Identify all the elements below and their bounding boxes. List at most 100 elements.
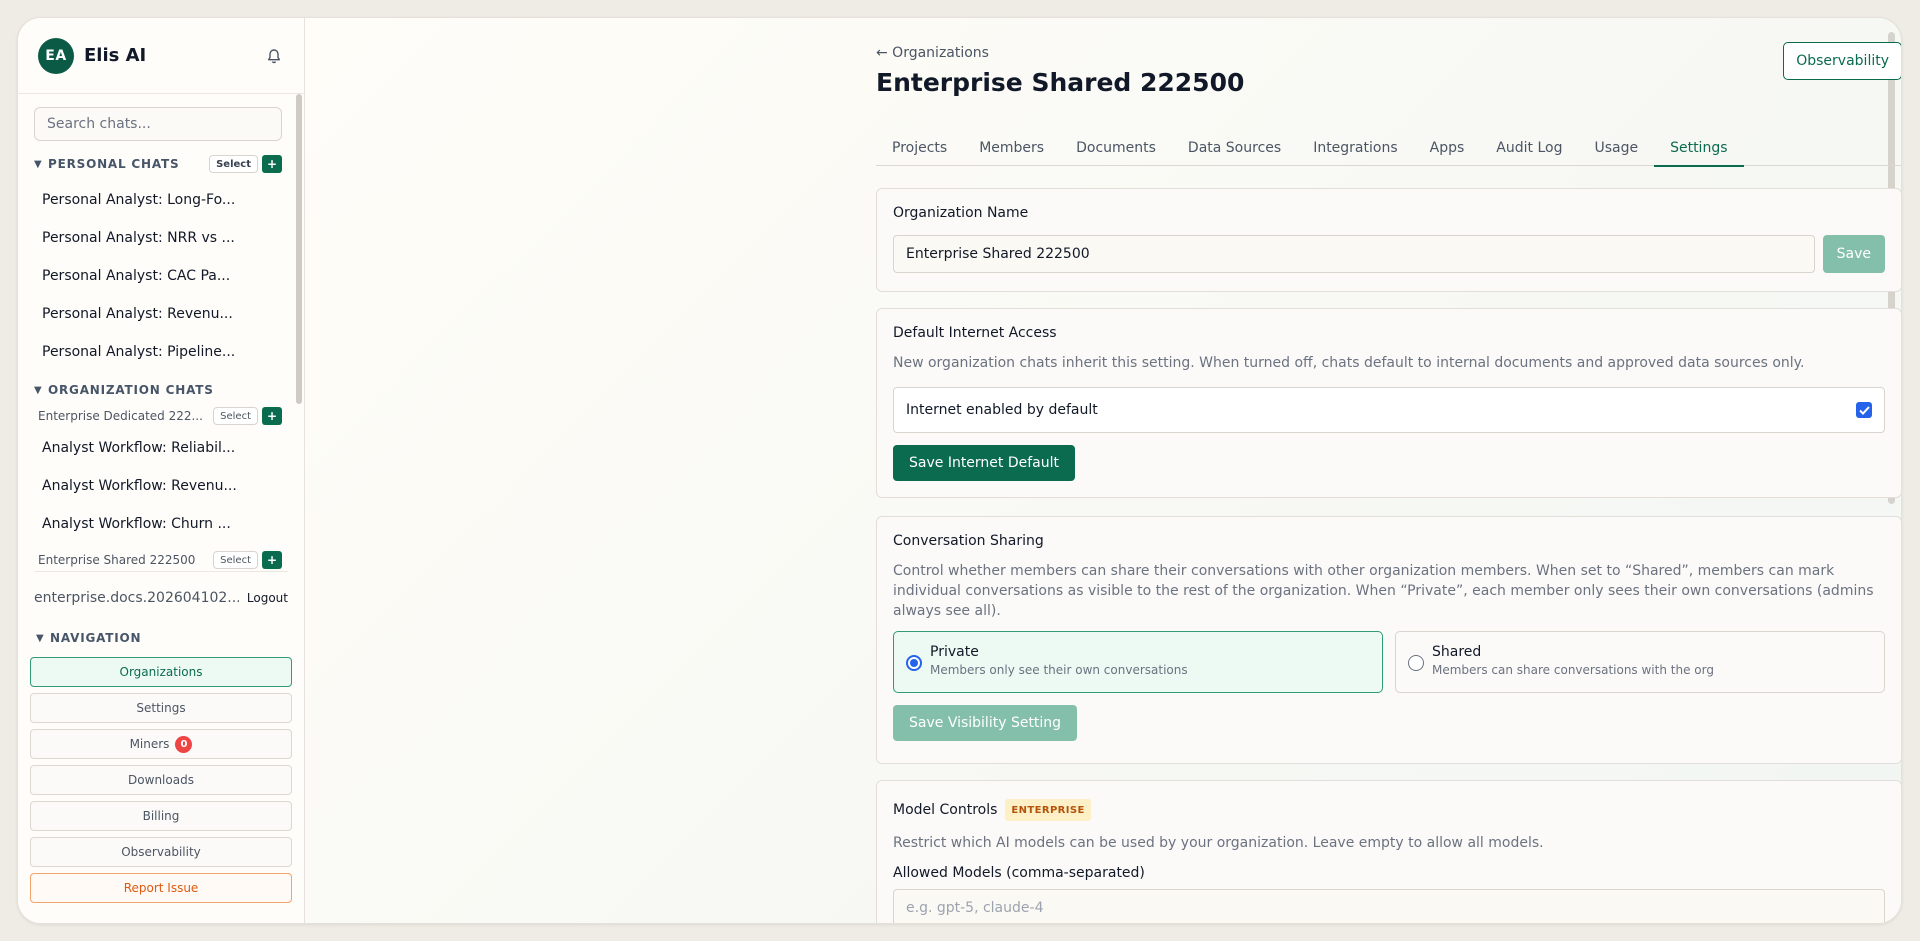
chat-item[interactable]: Analyst Workflow: Revenu...: [34, 467, 282, 505]
card-title: Model Controls: [893, 802, 998, 818]
chat-item[interactable]: Personal Analyst: Pipeline...: [34, 333, 282, 371]
save-visibility-button[interactable]: Save Visibility Setting: [893, 705, 1078, 741]
chat-item[interactable]: Personal Analyst: Revenu...: [34, 295, 282, 333]
nav-downloads[interactable]: Downloads: [30, 765, 292, 795]
org-select-button[interactable]: Select: [213, 407, 258, 425]
new-personal-chat-button[interactable]: +: [262, 155, 282, 173]
collapse-caret-icon[interactable]: ▼: [34, 159, 48, 170]
card-title: Conversation Sharing: [893, 533, 1044, 549]
tab-settings[interactable]: Settings: [1654, 130, 1744, 167]
card-title-row: Model Controls ENTERPRISE: [893, 799, 1885, 821]
check-icon: [1858, 405, 1870, 415]
tab-usage[interactable]: Usage: [1578, 130, 1654, 166]
collapse-caret-icon[interactable]: ▼: [36, 633, 50, 644]
new-org-chat-button[interactable]: +: [262, 551, 282, 569]
org-tabs: Projects Members Documents Data Sources …: [876, 130, 1901, 167]
nav-label: Settings: [136, 701, 186, 715]
card-title: Organization Name: [893, 205, 1029, 221]
org-name[interactable]: Enterprise Dedicated 222...: [34, 409, 213, 423]
tab-audit-log[interactable]: Audit Log: [1480, 130, 1578, 166]
avatar[interactable]: EA: [38, 37, 74, 74]
organization-chats-header[interactable]: ▼ ORGANIZATION CHATS: [34, 379, 282, 401]
user-row: enterprise.docs.202604102... Logout: [34, 571, 288, 623]
org-select-button[interactable]: Select: [213, 551, 258, 569]
allowed-models-input[interactable]: e.g. gpt-5, claude-4: [893, 889, 1885, 923]
option-description: Members only see their own conversations: [930, 663, 1188, 677]
app-window: EA Elis AI Search chats... ▼ PERSONAL CH…: [17, 17, 1902, 924]
page-title: Enterprise Shared 222500: [876, 68, 1245, 97]
conversation-sharing-card: Conversation Sharing Control whether mem…: [876, 516, 1901, 764]
personal-chats-header[interactable]: ▼ PERSONAL CHATS Select +: [34, 153, 282, 175]
tab-projects[interactable]: Projects: [876, 130, 963, 166]
organization-name-card: Organization Name Enterprise Shared 2225…: [876, 188, 1901, 292]
report-issue-button[interactable]: Report Issue: [30, 873, 292, 903]
visibility-options: Private Members only see their own conve…: [893, 631, 1885, 693]
search-chats-input[interactable]: Search chats...: [34, 107, 282, 141]
org-group-header: Enterprise Shared 222500 Select +: [34, 547, 282, 571]
collapse-caret-icon[interactable]: ▼: [34, 385, 48, 396]
allowed-models-label: Allowed Models (comma-separated): [893, 865, 1145, 881]
internet-enabled-checkbox[interactable]: [1856, 402, 1872, 418]
nav-miners[interactable]: Miners 0: [30, 729, 292, 759]
observability-button[interactable]: Observability: [1783, 42, 1901, 80]
card-description: Restrict which AI models can be used by …: [893, 835, 1544, 851]
option-label: Private: [930, 644, 979, 660]
internet-default-row[interactable]: Internet enabled by default: [893, 387, 1885, 433]
private-radio[interactable]: [906, 655, 922, 671]
nav-label: Miners: [129, 737, 170, 751]
new-org-chat-button[interactable]: +: [262, 407, 282, 425]
chat-item[interactable]: Analyst Workflow: Reliabil...: [34, 429, 282, 467]
nav-billing[interactable]: Billing: [30, 801, 292, 831]
nav-label: Organizations: [119, 665, 203, 679]
nav-label: Billing: [142, 809, 180, 823]
save-name-button[interactable]: Save: [1822, 235, 1885, 273]
section-title: NAVIGATION: [50, 631, 142, 645]
nav-organizations[interactable]: Organizations: [30, 657, 292, 687]
visibility-option-private[interactable]: Private Members only see their own conve…: [893, 631, 1383, 693]
chat-list-scroll[interactable]: Search chats... ▼ PERSONAL CHATS Select …: [18, 94, 304, 571]
visibility-option-shared[interactable]: Shared Members can share conversations w…: [1395, 631, 1885, 693]
miners-count-badge: 0: [175, 735, 193, 753]
chat-item[interactable]: Personal Analyst: NRR vs ...: [34, 219, 282, 257]
navigation: ▼ NAVIGATION Organizations Settings Mine…: [18, 623, 304, 923]
personal-select-button[interactable]: Select: [209, 155, 258, 173]
sidebar: EA Elis AI Search chats... ▼ PERSONAL CH…: [18, 18, 305, 923]
navigation-header[interactable]: ▼ NAVIGATION: [30, 627, 292, 649]
organization-name-input[interactable]: Enterprise Shared 222500: [893, 235, 1815, 273]
user-email: enterprise.docs.202604102...: [34, 589, 239, 606]
sidebar-scrollbar[interactable]: [296, 94, 302, 404]
nav-label: Observability: [121, 845, 201, 859]
tab-members[interactable]: Members: [963, 130, 1060, 166]
chat-item[interactable]: Analyst Workflow: Churn ...: [34, 505, 282, 543]
tab-data-sources[interactable]: Data Sources: [1172, 130, 1297, 166]
nav-label: Downloads: [128, 773, 194, 787]
back-to-organizations-link[interactable]: ← Organizations: [876, 45, 989, 61]
model-controls-card: Model Controls ENTERPRISE Restrict which…: [876, 780, 1901, 923]
card-description: Control whether members can share their …: [893, 563, 1874, 619]
nav-observability[interactable]: Observability: [30, 837, 292, 867]
logout-button[interactable]: Logout: [247, 591, 288, 605]
section-title: ORGANIZATION CHATS: [48, 383, 214, 397]
internet-access-card: Default Internet Access New organization…: [876, 308, 1901, 498]
enterprise-badge: ENTERPRISE: [1005, 799, 1091, 821]
org-group-header: Enterprise Dedicated 222... Select +: [34, 403, 282, 429]
tab-documents[interactable]: Documents: [1060, 130, 1172, 166]
tab-apps[interactable]: Apps: [1414, 130, 1481, 166]
option-description: Members can share conversations with the…: [1432, 663, 1714, 677]
card-description: New organization chats inherit this sett…: [893, 355, 1805, 371]
tab-integrations[interactable]: Integrations: [1297, 130, 1413, 166]
shared-radio[interactable]: [1408, 655, 1424, 671]
org-name[interactable]: Enterprise Shared 222500: [34, 553, 213, 567]
nav-label: Report Issue: [123, 881, 199, 895]
chat-item[interactable]: Personal Analyst: Long-Fo...: [34, 181, 282, 219]
sidebar-header: EA Elis AI: [18, 18, 304, 94]
main-content: ← Organizations Enterprise Shared 222500…: [305, 18, 1901, 923]
toggle-label: Internet enabled by default: [906, 402, 1098, 418]
chat-item[interactable]: Personal Analyst: CAC Pa...: [34, 257, 282, 295]
section-title: PERSONAL CHATS: [48, 157, 180, 171]
save-internet-default-button[interactable]: Save Internet Default: [893, 445, 1076, 481]
option-label: Shared: [1432, 644, 1482, 660]
bell-icon[interactable]: [264, 46, 284, 66]
nav-settings[interactable]: Settings: [30, 693, 292, 723]
card-title: Default Internet Access: [893, 325, 1057, 341]
